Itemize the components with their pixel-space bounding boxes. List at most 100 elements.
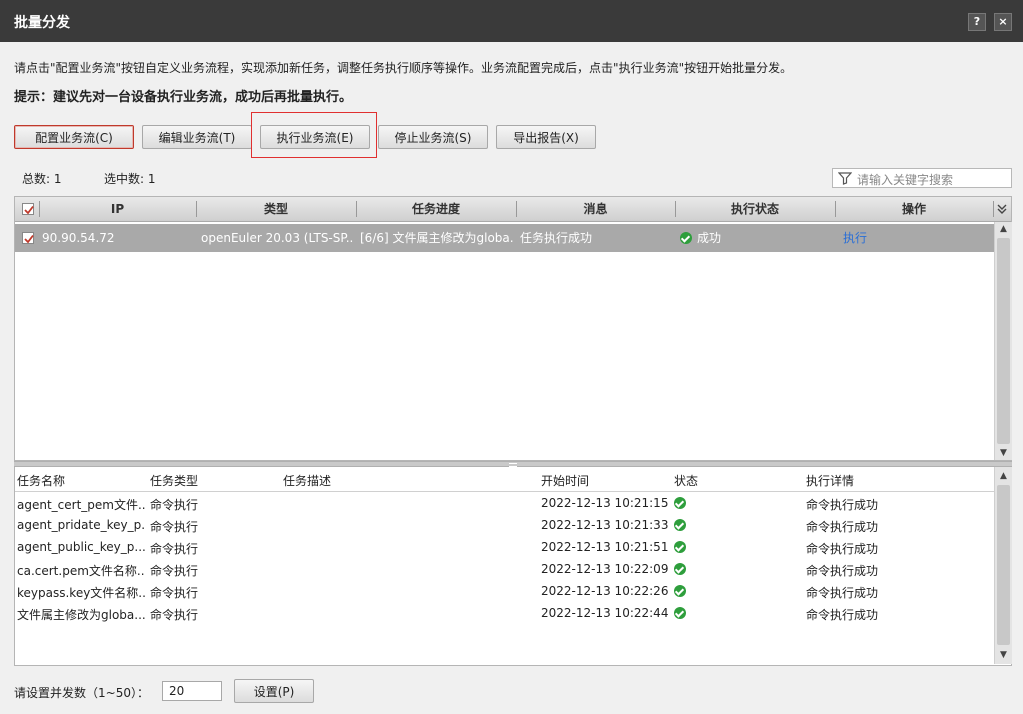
col-ip[interactable]: IP xyxy=(39,197,196,221)
row-message: 任务执行成功 xyxy=(520,231,593,245)
task-detail: 命令执行成功 xyxy=(806,586,879,600)
task-table: 任务名称 任务类型 任务描述 开始时间 状态 执行详情 agent_cert_p… xyxy=(14,467,1012,666)
col-progress[interactable]: 任务进度 xyxy=(356,197,516,221)
stop-workflow-button[interactable]: 停止业务流(S) xyxy=(378,125,488,149)
task-status: 成功 xyxy=(674,584,691,598)
task-type: 命令执行 xyxy=(150,586,199,600)
task-detail: 命令执行成功 xyxy=(806,564,879,578)
success-check-icon xyxy=(674,519,686,531)
scroll-up-icon[interactable]: ▲ xyxy=(995,469,1012,483)
configure-workflow-button[interactable]: 配置业务流(C) xyxy=(14,125,134,149)
col-status[interactable]: 状态 xyxy=(674,472,698,489)
task-name: agent_pridate_key_p... xyxy=(17,518,145,532)
task-status: 成功 xyxy=(674,540,691,554)
total-label: 总数: xyxy=(22,172,51,186)
task-type: 命令执行 xyxy=(150,498,199,512)
col-operation[interactable]: 操作 xyxy=(835,197,993,221)
concurrency-input[interactable]: 20 xyxy=(162,681,222,701)
hint-text: 提示：建议先对一台设备执行业务流，成功后再批量执行。 xyxy=(14,90,353,105)
task-name: ca.cert.pem文件名称... xyxy=(17,564,145,578)
row-ip: 90.90.54.72 xyxy=(42,231,115,245)
success-check-icon xyxy=(674,585,686,597)
task-table-header: 任务名称 任务类型 任务描述 开始时间 状态 执行详情 xyxy=(15,467,995,492)
search-placeholder: 请输入关键字搜索 xyxy=(857,173,954,187)
select-all-checkbox[interactable] xyxy=(22,203,34,215)
col-start-time[interactable]: 开始时间 xyxy=(541,472,589,489)
task-start-time: 2022-12-13 10:22:09 xyxy=(541,562,669,576)
selected-value: 1 xyxy=(147,172,156,186)
task-detail: 命令执行成功 xyxy=(806,542,879,556)
col-type[interactable]: 类型 xyxy=(196,197,356,221)
task-type: 命令执行 xyxy=(150,564,199,578)
task-row[interactable]: agent_public_key_p... 命令执行 2022-12-13 10… xyxy=(15,536,995,558)
task-detail: 命令执行成功 xyxy=(806,608,879,622)
device-table: IP 类型 任务进度 消息 执行状态 操作 90.90.54.72 openEu… xyxy=(14,196,1012,461)
total-count: 总数: 1 xyxy=(22,170,62,187)
column-menu-icon[interactable] xyxy=(996,203,1008,215)
filter-icon xyxy=(838,172,852,185)
task-row[interactable]: 文件属主修改为globa... 命令执行 2022-12-13 10:22:44… xyxy=(15,602,995,624)
col-task-type[interactable]: 任务类型 xyxy=(150,472,198,489)
scroll-down-icon[interactable]: ▼ xyxy=(995,446,1012,460)
col-task-desc[interactable]: 任务描述 xyxy=(283,472,331,489)
row-execute-link[interactable]: 执行 xyxy=(843,224,923,252)
task-row[interactable]: keypass.key文件名称... 命令执行 2022-12-13 10:22… xyxy=(15,580,995,602)
export-report-button[interactable]: 导出报告(X) xyxy=(496,125,596,149)
title-bar: 批量分发 ? × xyxy=(0,0,1023,42)
task-table-scrollbar[interactable]: ▲ ▼ xyxy=(994,467,1012,664)
row-exec-status: 成功 xyxy=(680,224,830,252)
task-name: 文件属主修改为globa... xyxy=(17,608,145,622)
task-name: agent_cert_pem文件... xyxy=(17,498,145,512)
row-checkbox[interactable] xyxy=(22,232,34,244)
task-start-time: 2022-12-13 10:21:51 xyxy=(541,540,669,554)
task-status: 成功 xyxy=(674,496,691,510)
task-type: 命令执行 xyxy=(150,542,199,556)
table-row[interactable]: 90.90.54.72 openEuler 20.03 (LTS-SP... [… xyxy=(15,224,995,252)
execute-workflow-button[interactable]: 执行业务流(E) xyxy=(260,125,370,149)
scroll-up-icon[interactable]: ▲ xyxy=(995,222,1012,236)
task-type: 命令执行 xyxy=(150,520,199,534)
selected-label: 选中数: xyxy=(104,172,145,186)
row-type: openEuler 20.03 (LTS-SP... xyxy=(201,231,353,245)
set-concurrency-button[interactable]: 设置(P) xyxy=(234,679,314,703)
checkbox-checked-icon xyxy=(24,205,34,215)
col-exec-status[interactable]: 执行状态 xyxy=(675,197,835,221)
col-detail[interactable]: 执行详情 xyxy=(806,472,854,489)
task-row[interactable]: agent_pridate_key_p... 命令执行 2022-12-13 1… xyxy=(15,514,995,536)
checkbox-checked-icon xyxy=(24,234,34,244)
col-message[interactable]: 消息 xyxy=(516,197,675,221)
task-status: 成功 xyxy=(674,606,691,620)
task-type: 命令执行 xyxy=(150,608,199,622)
col-task-name[interactable]: 任务名称 xyxy=(17,472,65,489)
success-check-icon xyxy=(674,497,686,509)
help-button[interactable]: ? xyxy=(968,13,986,31)
task-name: agent_public_key_p... xyxy=(17,540,145,554)
search-input[interactable]: 请输入关键字搜索 xyxy=(832,168,1012,188)
device-table-scrollbar[interactable]: ▲ ▼ xyxy=(994,222,1012,460)
device-table-header: IP 类型 任务进度 消息 执行状态 操作 xyxy=(15,197,1011,222)
task-start-time: 2022-12-13 10:22:44 xyxy=(541,606,669,620)
scrollbar-thumb[interactable] xyxy=(997,485,1010,645)
selected-count: 选中数: 1 xyxy=(104,170,156,187)
task-row[interactable]: ca.cert.pem文件名称... 命令执行 2022-12-13 10:22… xyxy=(15,558,995,580)
task-start-time: 2022-12-13 10:22:26 xyxy=(541,584,669,598)
success-check-icon xyxy=(674,607,686,619)
task-detail: 命令执行成功 xyxy=(806,498,879,512)
header-divider xyxy=(993,201,994,217)
instructions-text: 请点击"配置业务流"按钮自定义业务流程，实现添加新任务，调整任务执行顺序等操作。… xyxy=(14,61,793,75)
task-name: keypass.key文件名称... xyxy=(17,586,145,600)
row-progress: [6/6] 文件属主修改为globa... xyxy=(360,231,513,245)
task-status: 成功 xyxy=(674,562,691,576)
edit-workflow-button[interactable]: 编辑业务流(T) xyxy=(142,125,252,149)
task-row[interactable]: agent_cert_pem文件... 命令执行 2022-12-13 10:2… xyxy=(15,492,995,514)
total-value: 1 xyxy=(53,172,62,186)
task-start-time: 2022-12-13 10:21:33 xyxy=(541,518,669,532)
scroll-down-icon[interactable]: ▼ xyxy=(995,648,1012,662)
close-button[interactable]: × xyxy=(994,13,1012,31)
scrollbar-thumb[interactable] xyxy=(997,238,1010,444)
success-check-icon xyxy=(674,541,686,553)
task-start-time: 2022-12-13 10:21:15 xyxy=(541,496,669,510)
success-check-icon xyxy=(680,232,692,244)
row-status-text: 成功 xyxy=(697,231,722,245)
window-title: 批量分发 xyxy=(14,15,70,31)
